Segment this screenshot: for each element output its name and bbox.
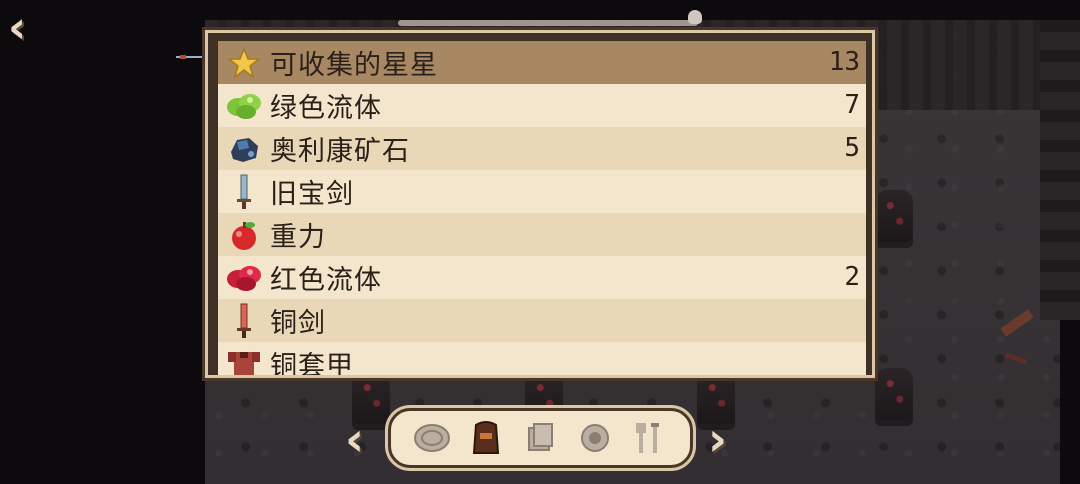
rock-pillar	[875, 190, 913, 242]
skull-decoration	[688, 10, 702, 24]
item-count: 7	[844, 90, 860, 120]
inventory-item-old-sword[interactable]: 旧宝剑	[218, 170, 866, 213]
copper-armor-icon	[224, 346, 264, 375]
item-name: 铜套甲	[270, 351, 354, 378]
item-name: 铜剑	[270, 308, 326, 339]
inventory-item-ore[interactable]: 奥利康矿石 5	[218, 127, 866, 170]
dungeon-wall-right	[1040, 20, 1080, 320]
rock-pillar	[875, 368, 913, 420]
inventory-item-red-fluid[interactable]: 红色流体 2	[218, 256, 866, 299]
item-name: 奥利康矿石	[270, 136, 410, 167]
dark-area	[0, 0, 205, 484]
scroll-icon[interactable]	[520, 418, 560, 458]
item-name: 可收集的星星	[270, 50, 438, 81]
green-fluid-icon	[224, 88, 264, 124]
item-name: 绿色流体	[270, 93, 382, 124]
inventory-item-stars[interactable]: 可收集的星星 13	[218, 41, 866, 84]
item-name: 旧宝剑	[270, 179, 354, 210]
star-icon	[224, 45, 264, 81]
inventory-item-copper-armor[interactable]: 铜套甲	[218, 342, 866, 378]
armor-icon[interactable]	[466, 418, 506, 458]
tools-icon[interactable]	[629, 418, 669, 458]
item-count: 5	[844, 133, 860, 163]
apple-icon	[224, 217, 264, 253]
back-arrow-icon[interactable]: ‹	[8, 6, 40, 50]
red-fluid-icon	[224, 260, 264, 296]
item-count: 13	[828, 47, 860, 77]
gear-orb-icon[interactable]	[575, 418, 615, 458]
inventory-list: 可收集的星星 13 绿色流体 7 奥利康矿石 5 旧宝剑 重力 红色流体 2 铜…	[218, 41, 866, 378]
inventory-item-green-fluid[interactable]: 绿色流体 7	[218, 84, 866, 127]
category-tabs	[388, 408, 693, 468]
inventory-item-apple[interactable]: 重力	[218, 213, 866, 256]
ceiling-pipe	[398, 20, 698, 26]
item-name: 红色流体	[270, 265, 382, 296]
chevron-right-icon[interactable]: ›	[708, 416, 738, 462]
item-count: 2	[844, 262, 860, 292]
old-sword-icon	[224, 174, 264, 210]
rune-circle-icon[interactable]	[412, 418, 452, 458]
copper-sword-icon	[224, 303, 264, 339]
inventory-panel: 可收集的星星 13 绿色流体 7 奥利康矿石 5 旧宝剑 重力 红色流体 2 铜…	[205, 30, 875, 378]
inventory-item-copper-sword[interactable]: 铜剑	[218, 299, 866, 342]
item-name: 重力	[270, 222, 326, 253]
ore-icon	[224, 131, 264, 167]
chevron-left-icon[interactable]: ‹	[345, 416, 375, 462]
